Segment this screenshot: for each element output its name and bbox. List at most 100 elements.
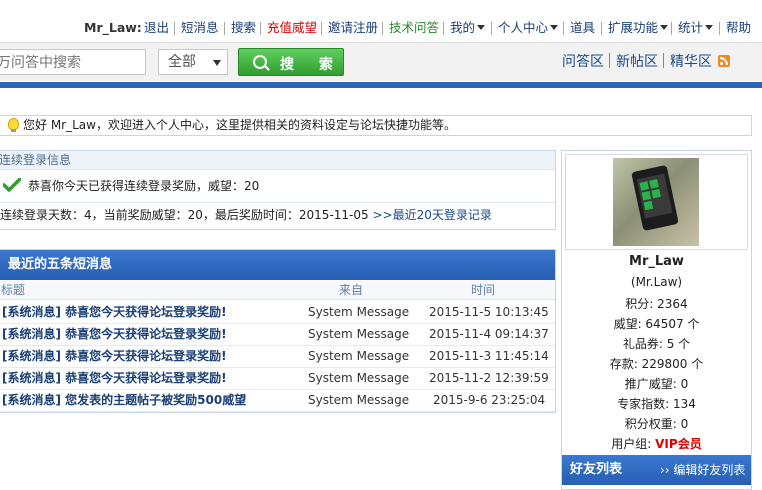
login-stats-text: 连续登录天数：4，当前奖励威望：20，最后奖励时间：2015-11-05 — [0, 208, 373, 222]
chevron-down-icon — [550, 25, 559, 30]
message-time: 2015-11-5 10:13:45 — [429, 305, 549, 319]
rss-icon[interactable] — [718, 55, 730, 67]
profile-deposit: 存款: 229800 个 — [609, 357, 704, 371]
profile-user-group: 用户组: VIP会员 — [562, 435, 751, 452]
profile-promo-prestige: 推广威望: 0 — [624, 377, 689, 391]
search-input[interactable] — [0, 49, 146, 75]
header-divider — [0, 82, 762, 88]
nav-personal-center-label: 个人中心 — [498, 20, 549, 35]
nav-divider — [321, 22, 322, 35]
avatar[interactable] — [613, 158, 699, 246]
username-label: Mr_Law: — [84, 20, 142, 35]
message-subject-link[interactable]: [系统消息] 您发表的主题帖子被奖励500威望 — [2, 389, 246, 411]
friends-header: 好友列表 ›› 编辑好友列表 — [562, 455, 751, 485]
column-from: 来自 — [339, 283, 364, 297]
message-row: [系统消息] 恭喜您今天获得论坛登录奖励! System Message 201… — [0, 345, 555, 368]
message-subject-link[interactable]: [系统消息] 恭喜您今天获得论坛登录奖励! — [2, 323, 227, 345]
zone-qa-link[interactable]: 问答区 — [562, 51, 604, 71]
nav-extensions[interactable]: 扩展功能 — [608, 18, 669, 38]
phone-tile — [639, 181, 650, 191]
divider — [0, 202, 555, 203]
checkmark-icon — [3, 178, 21, 192]
message-time: 2015-11-3 11:45:14 — [429, 349, 549, 363]
phone-tile — [643, 200, 654, 211]
zone-best-link[interactable]: 精华区 — [670, 51, 712, 71]
nav-my-label: 我的 — [450, 20, 476, 35]
search-bar: 全部 搜 索 问答区 新帖区 精华区 — [0, 42, 762, 81]
chevron-down-icon — [213, 60, 221, 66]
phone-tile — [649, 179, 659, 189]
messages-column-headers: 标题 来自 时间 — [0, 281, 555, 300]
message-from: System Message — [308, 371, 410, 385]
column-subject: 标题 — [1, 283, 26, 297]
welcome-banner: 您好 Mr_Law，欢迎进入个人中心，这里提供相关的资料设定与论坛快捷功能等。 — [0, 115, 752, 136]
profile-points-weight: 积分权重: 0 — [624, 417, 689, 431]
profile-points: 积分: 2364 — [625, 297, 688, 311]
nav-divider — [443, 22, 444, 35]
message-row: [系统消息] 恭喜您今天获得论坛登录奖励! System Message 201… — [0, 367, 555, 390]
nav-divider — [224, 22, 225, 35]
nav-divider — [719, 22, 720, 35]
login-info-title: 连续登录信息 — [0, 151, 555, 170]
phone-tile — [641, 191, 652, 201]
nav-divider — [382, 22, 383, 35]
zone-new-link[interactable]: 新帖区 — [616, 51, 658, 71]
phone-screen — [636, 173, 673, 219]
message-from: System Message — [308, 393, 410, 407]
nav-tools[interactable]: 道具 — [570, 18, 595, 38]
nav-messages[interactable]: 短消息 — [181, 18, 219, 38]
user-group-value: VIP会员 — [655, 437, 702, 451]
nav-my[interactable]: 我的 — [450, 18, 486, 38]
search-scope-value: 全部 — [168, 54, 196, 70]
recent-messages-panel: 最近的五条短消息 标题 来自 时间 [系统消息] 恭喜您今天获得论坛登录奖励! … — [0, 249, 556, 413]
nav-stats[interactable]: 统计 — [678, 18, 714, 38]
message-subject-link[interactable]: [系统消息] 恭喜您今天获得论坛登录奖励! — [2, 367, 227, 389]
avatar-frame — [565, 154, 748, 250]
top-nav: Mr_Law: 退出 短消息 搜索 充值威望 邀请注册 技术问答 我的 个人中心… — [0, 18, 762, 38]
profile-expert-index: 专家指数: 134 — [617, 397, 696, 411]
chevron-down-icon — [660, 25, 669, 30]
edit-friends-link[interactable]: ›› 编辑好友列表 — [660, 455, 745, 485]
nav-extensions-label: 扩展功能 — [608, 20, 659, 35]
nav-stats-label: 统计 — [678, 20, 704, 35]
search-button-label: 搜 索 — [280, 57, 343, 73]
nav-divider — [563, 22, 564, 35]
login-info-panel: 连续登录信息 恭喜你今天已获得连续登录奖励，威望：20 连续登录天数：4，当前奖… — [0, 150, 556, 230]
profile-panel: Mr_Law (Mr.Law) 积分: 2364 威望: 64507 个 礼品券… — [561, 150, 752, 490]
nav-logout[interactable]: 退出 — [144, 18, 169, 38]
login-history-link[interactable]: >>最近20天登录记录 — [372, 208, 491, 222]
welcome-text: 您好 Mr_Law，欢迎进入个人中心，这里提供相关的资料设定与论坛快捷功能等。 — [23, 118, 456, 132]
column-time: 时间 — [471, 283, 496, 297]
message-row: [系统消息] 恭喜您今天获得论坛登录奖励! System Message 201… — [0, 301, 555, 324]
nav-divider — [260, 22, 261, 35]
chevron-down-icon — [705, 25, 714, 30]
login-reward-message: 恭喜你今天已获得连续登录奖励，威望：20 — [28, 179, 260, 193]
profile-username[interactable]: Mr_Law — [562, 254, 751, 269]
user-group-label: 用户组: — [611, 437, 656, 451]
message-subject-link[interactable]: [系统消息] 恭喜您今天获得论坛登录奖励! — [2, 345, 227, 367]
nav-personal-center[interactable]: 个人中心 — [498, 18, 559, 38]
nav-recharge[interactable]: 充值威望 — [267, 18, 317, 38]
message-row: [系统消息] 恭喜您今天获得论坛登录奖励! System Message 201… — [0, 323, 555, 346]
messages-header: 最近的五条短消息 — [0, 250, 555, 280]
message-time: 2015-9-6 23:25:04 — [433, 393, 546, 407]
messages-title: 最近的五条短消息 — [8, 257, 113, 272]
message-from: System Message — [308, 305, 410, 319]
nav-help[interactable]: 帮助 — [726, 18, 751, 38]
nav-invite[interactable]: 邀请注册 — [328, 18, 378, 38]
search-scope-select[interactable]: 全部 — [158, 49, 228, 75]
nav-divider — [601, 22, 602, 35]
profile-coupons: 礼品券: 5 个 — [622, 337, 691, 351]
nav-search[interactable]: 搜索 — [231, 18, 256, 38]
login-stats: 连续登录天数：4，当前奖励威望：20，最后奖励时间：2015-11-05 >>最… — [0, 206, 492, 223]
nav-qa[interactable]: 技术问答 — [389, 18, 439, 38]
friends-title: 好友列表 — [570, 462, 623, 477]
message-subject-link[interactable]: [系统消息] 恭喜您今天获得论坛登录奖励! — [2, 301, 227, 323]
zone-divider — [663, 53, 664, 68]
message-from: System Message — [308, 349, 410, 363]
nav-divider — [671, 22, 672, 35]
message-row: [系统消息] 您发表的主题帖子被奖励500威望 System Message 2… — [0, 389, 555, 412]
profile-prestige: 威望: 64507 个 — [613, 317, 700, 331]
nav-divider — [174, 22, 175, 35]
search-button[interactable]: 搜 索 — [238, 48, 344, 76]
